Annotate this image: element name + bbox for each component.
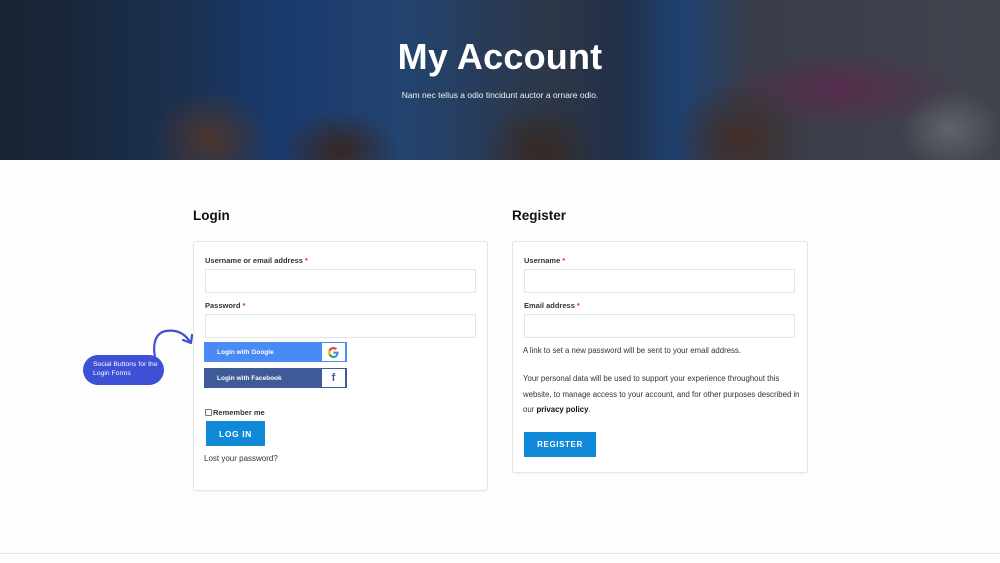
reg-email-label: Email address *	[524, 301, 580, 310]
page-subtitle: Nam nec tellus a odio tincidunt auctor a…	[401, 90, 599, 100]
password-label: Password *	[205, 301, 245, 310]
reg-email-label-text: Email address	[524, 301, 575, 310]
login-with-google-button[interactable]: Login with Google	[204, 342, 347, 362]
required-mark: *	[576, 301, 580, 310]
google-icon	[321, 342, 346, 362]
log-in-button[interactable]: LOG IN	[206, 421, 265, 446]
privacy-policy-link[interactable]: privacy policy	[536, 405, 588, 414]
reg-username-label-text: Username	[524, 256, 561, 265]
google-button-label: Login with Google	[217, 348, 274, 356]
remember-me-label: Remember me	[213, 408, 265, 417]
register-title: Register	[512, 208, 567, 223]
reg-username-input[interactable]	[524, 269, 795, 293]
reg-email-input[interactable]	[524, 314, 795, 338]
password-input[interactable]	[205, 314, 476, 338]
facebook-icon: f	[321, 368, 346, 388]
register-button[interactable]: REGISTER	[524, 432, 596, 457]
username-input[interactable]	[205, 269, 476, 293]
page-title: My Account	[397, 36, 603, 77]
username-label: Username or email address *	[205, 256, 308, 265]
required-mark: *	[562, 256, 566, 265]
required-mark: *	[304, 256, 308, 265]
annotation-bubble: Social Buttons for the Login Forms	[83, 355, 164, 385]
hero-banner: My Account Nam nec tellus a odio tincidu…	[0, 0, 1000, 160]
privacy-text-end: .	[588, 405, 591, 414]
remember-me-checkbox[interactable]: Remember me	[205, 408, 265, 417]
username-label-text: Username or email address	[205, 256, 303, 265]
privacy-text: Your personal data will be used to suppo…	[523, 371, 803, 418]
login-title: Login	[193, 208, 230, 223]
facebook-glyph: f	[331, 372, 336, 384]
required-mark: *	[242, 301, 246, 310]
reg-username-label: Username *	[524, 256, 565, 265]
login-with-facebook-button[interactable]: Login with Facebook f	[204, 368, 347, 388]
footer-divider	[0, 553, 1000, 554]
checkbox-box[interactable]	[205, 409, 212, 416]
password-info-text: A link to set a new password will be sen…	[523, 346, 741, 355]
password-label-text: Password	[205, 301, 241, 310]
lost-password-link[interactable]: Lost your password?	[204, 454, 278, 463]
facebook-button-label: Login with Facebook	[217, 374, 282, 382]
